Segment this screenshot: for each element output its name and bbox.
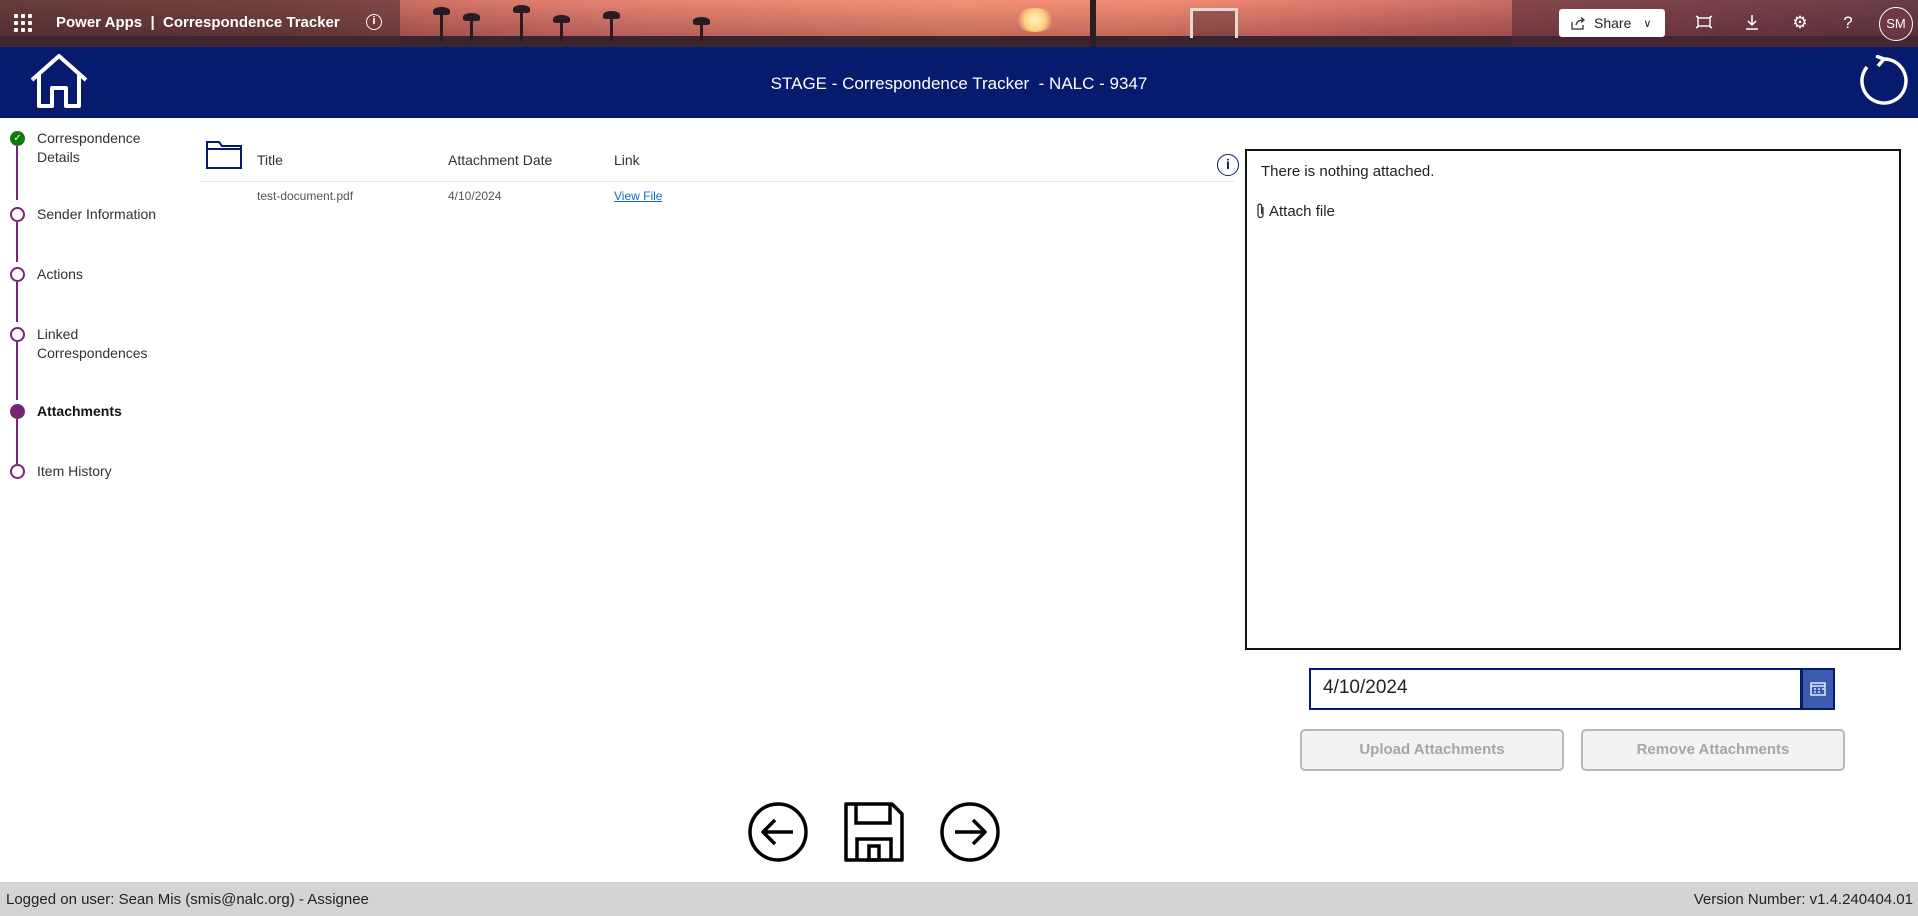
- banner-sun: [1015, 8, 1055, 32]
- calendar-icon: [1810, 682, 1826, 696]
- refresh-icon[interactable]: [1858, 55, 1910, 107]
- page-title: STAGE - Correspondence Tracker - NALC - …: [770, 74, 1148, 93]
- step-label: Correspondence Details: [37, 130, 141, 165]
- info-icon[interactable]: i: [366, 14, 382, 30]
- attach-file-label: Attach file: [1269, 202, 1335, 220]
- palm-tree-graphic: [553, 15, 570, 41]
- palm-tree-graphic: [603, 11, 620, 41]
- step-dot-active: [10, 404, 25, 419]
- waffle-icon[interactable]: [14, 14, 32, 32]
- column-header-title: Title: [257, 152, 283, 168]
- column-header-date: Attachment Date: [448, 152, 553, 168]
- empty-attachments-text: There is nothing attached.: [1261, 163, 1435, 180]
- version-number-text: Version Number: v1.4.240404.01: [1693, 891, 1913, 908]
- table-divider: [200, 181, 1234, 182]
- download-icon[interactable]: [1741, 12, 1763, 34]
- calendar-button[interactable]: [1801, 668, 1835, 710]
- palm-tree-graphic: [463, 13, 480, 41]
- logged-on-user-text: Logged on user: Sean Mis (smis@nalc.org)…: [6, 891, 369, 908]
- save-icon[interactable]: [843, 801, 905, 863]
- info-icon[interactable]: i: [1217, 154, 1239, 176]
- step-dot: [10, 267, 25, 282]
- upload-attachments-button[interactable]: Upload Attachments: [1300, 729, 1564, 771]
- back-arrow-icon[interactable]: [747, 801, 809, 863]
- forward-arrow-icon[interactable]: [939, 801, 1001, 863]
- attachments-control[interactable]: [1245, 149, 1901, 650]
- stepper-connector: [16, 222, 18, 262]
- stepper-connector: [16, 419, 18, 464]
- share-icon: [1571, 17, 1586, 30]
- column-header-link: Link: [614, 152, 640, 168]
- attach-file-button[interactable]: Attach file: [1255, 202, 1335, 220]
- stepper-connector: [16, 146, 18, 200]
- share-button[interactable]: Share ∨: [1559, 9, 1665, 37]
- palm-tree-graphic: [433, 7, 450, 41]
- step-label: Actions: [37, 266, 83, 282]
- row-title: test-document.pdf: [257, 189, 354, 203]
- stepper-connector: [16, 282, 18, 322]
- help-icon[interactable]: ?: [1837, 12, 1859, 34]
- app-root: Power Apps | Correspondence Tracker i Sh…: [0, 0, 1918, 916]
- power-apps-bar: Power Apps | Correspondence Tracker i Sh…: [0, 0, 1918, 47]
- step-dot: [10, 327, 25, 342]
- step-label: Linked Correspondences: [37, 326, 148, 361]
- check-icon: ✓: [10, 131, 25, 146]
- app-title: Power Apps | Correspondence Tracker: [56, 14, 340, 31]
- step-dot: [10, 464, 25, 479]
- view-file-link[interactable]: View File: [614, 189, 662, 203]
- banner-pole: [1090, 0, 1096, 47]
- palm-tree-graphic: [693, 17, 710, 41]
- stepper-connector: [16, 342, 18, 400]
- palm-tree-graphic: [513, 5, 530, 41]
- remove-attachments-button[interactable]: Remove Attachments: [1581, 729, 1845, 771]
- step-label: Attachments: [37, 403, 122, 419]
- step-label: Sender Information: [37, 206, 157, 222]
- share-label: Share: [1594, 15, 1632, 31]
- folder-icon: [206, 141, 242, 169]
- step-label: Item History: [37, 463, 112, 479]
- chevron-down-icon: ∨: [1643, 17, 1652, 30]
- attachment-date-input[interactable]: 4/10/2024: [1309, 668, 1802, 710]
- lifeguard-tower-graphic: [1190, 8, 1238, 38]
- fit-to-window-icon[interactable]: [1693, 12, 1715, 34]
- step-dot: [10, 207, 25, 222]
- settings-icon[interactable]: ⚙: [1789, 12, 1811, 34]
- row-date: 4/10/2024: [448, 189, 502, 203]
- paperclip-icon: [1257, 203, 1264, 219]
- avatar[interactable]: SM: [1879, 7, 1913, 41]
